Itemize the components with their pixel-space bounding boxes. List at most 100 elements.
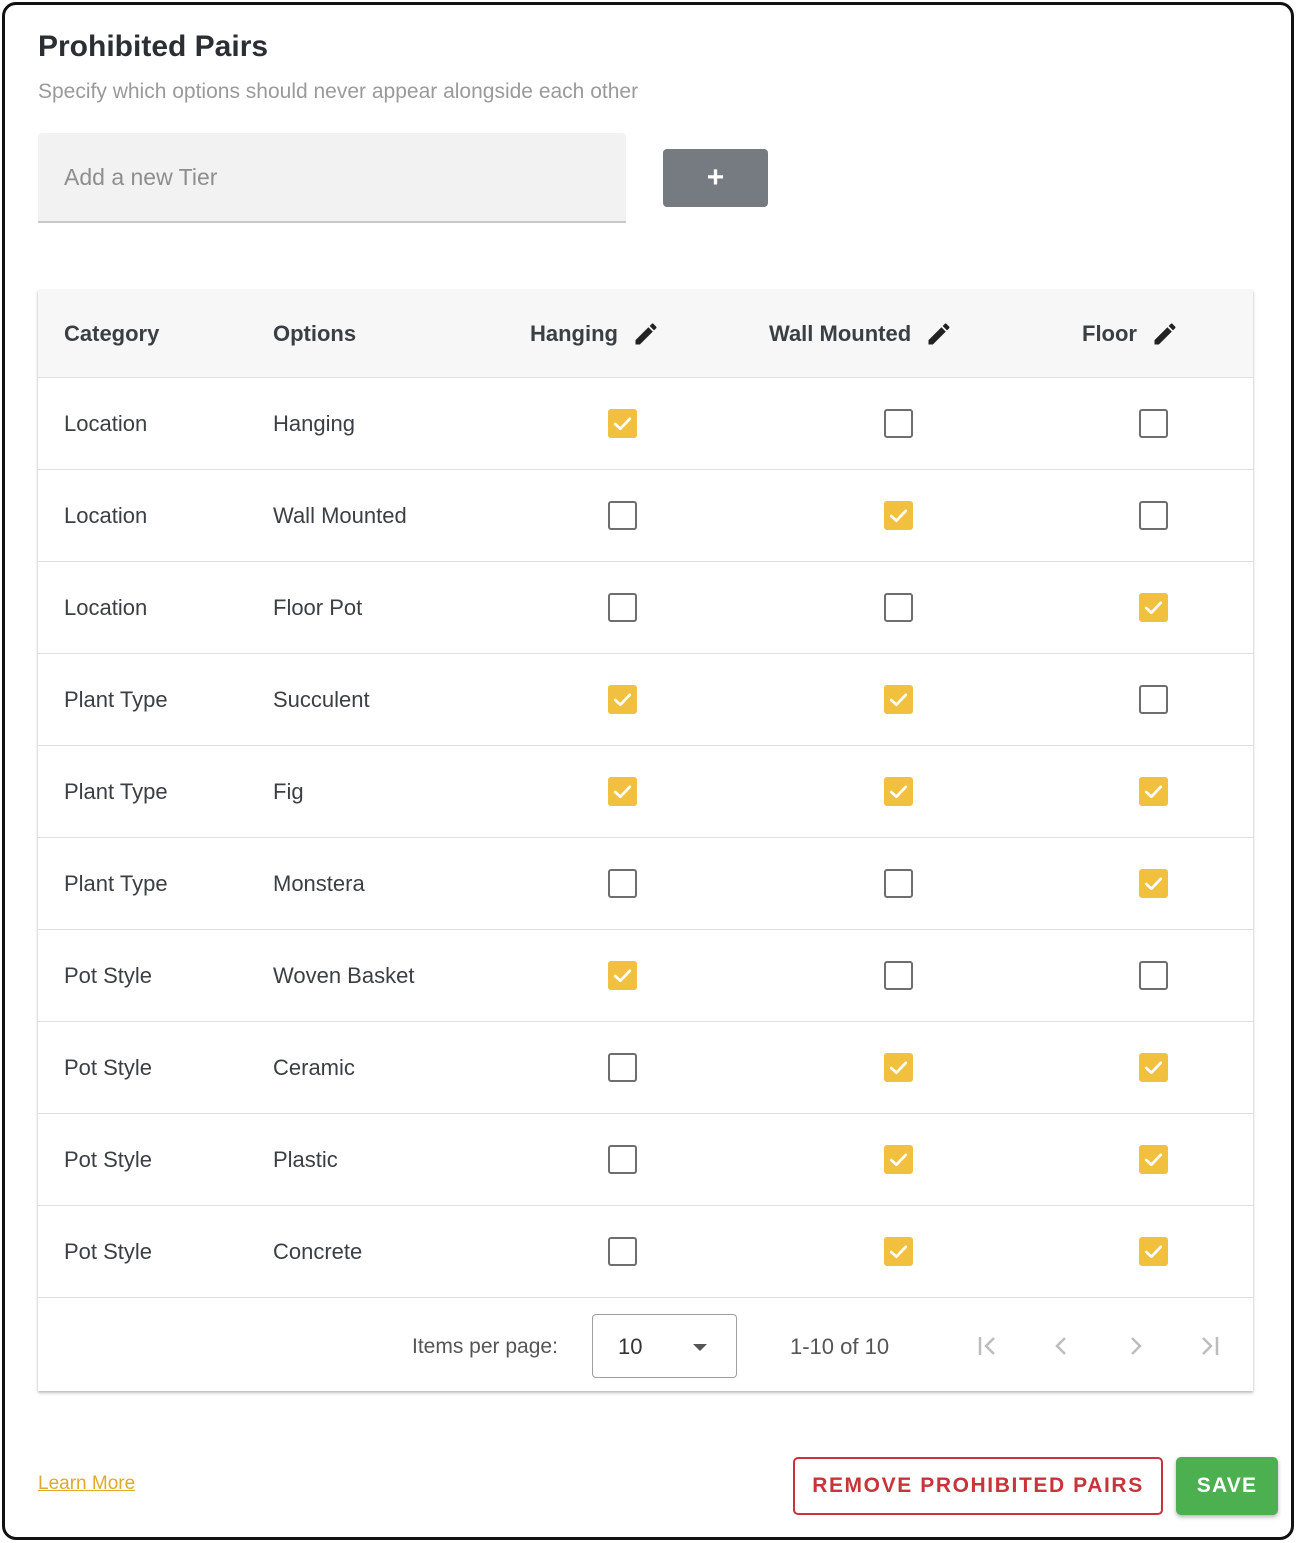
category-cell: Plant Type [64, 686, 168, 712]
paginator: Items per page: 10 1-10 of 10 [38, 1302, 1253, 1391]
checkmark-icon [889, 1060, 908, 1074]
floor-checkbox[interactable] [1139, 776, 1168, 806]
column-label-floor: Floor [1082, 321, 1137, 346]
column-header-floor: Floor [1082, 290, 1179, 378]
edit-floor-pencil-icon[interactable] [1151, 320, 1179, 348]
new-tier-input[interactable] [38, 133, 626, 221]
wall-mounted-checkbox[interactable] [884, 1052, 913, 1082]
column-label-category: Category [64, 321, 160, 346]
column-header-options: Options [273, 290, 356, 378]
option-cell: Concrete [273, 1238, 363, 1264]
option-cell: Woven Basket [273, 962, 415, 988]
column-header-hanging: Hanging [530, 290, 660, 378]
floor-checkbox[interactable] [1139, 592, 1168, 622]
option-cell: Fig [273, 778, 304, 804]
floor-checkbox[interactable] [1139, 500, 1168, 530]
option-cell: Plastic [273, 1146, 338, 1172]
checkmark-icon [1144, 1060, 1163, 1074]
floor-checkbox[interactable] [1139, 684, 1168, 714]
plus-icon: + [706, 161, 725, 194]
checkmark-icon [1144, 784, 1163, 798]
items-per-page-select[interactable]: 10 [592, 1314, 737, 1378]
remove-prohibited-pairs-button[interactable]: REMOVE PROHIBITED PAIRS [793, 1457, 1163, 1515]
hanging-checkbox[interactable] [608, 592, 637, 622]
checkmark-icon [889, 692, 908, 706]
wall-mounted-checkbox[interactable] [884, 1236, 913, 1266]
wall-mounted-checkbox[interactable] [884, 592, 913, 622]
hanging-checkbox[interactable] [608, 1052, 637, 1082]
new-tier-field[interactable] [38, 133, 626, 223]
checkmark-icon [613, 416, 632, 430]
edit-hanging-pencil-icon[interactable] [632, 320, 660, 348]
floor-checkbox[interactable] [1139, 1236, 1168, 1266]
table-row: Location Floor Pot [38, 562, 1253, 654]
wall-mounted-checkbox[interactable] [884, 960, 913, 990]
wall-mounted-checkbox[interactable] [884, 1144, 913, 1174]
hanging-checkbox[interactable] [608, 1236, 637, 1266]
hanging-checkbox[interactable] [608, 776, 637, 806]
checkmark-icon [1144, 1244, 1163, 1258]
category-cell: Pot Style [64, 1146, 153, 1172]
option-cell: Monstera [273, 870, 365, 896]
table-row: Pot Style Ceramic [38, 1022, 1253, 1114]
hanging-checkbox[interactable] [608, 408, 637, 438]
page-title: Prohibited Pairs [38, 30, 269, 63]
page-subtitle: Specify which options should never appea… [38, 80, 639, 103]
floor-checkbox[interactable] [1139, 1052, 1168, 1082]
hanging-checkbox[interactable] [608, 500, 637, 530]
category-cell: Pot Style [64, 1238, 153, 1264]
hanging-checkbox[interactable] [608, 868, 637, 898]
table-row: Pot Style Woven Basket [38, 930, 1253, 1022]
category-cell: Location [64, 502, 148, 528]
column-header-wall-mounted: Wall Mounted [769, 290, 953, 378]
wall-mounted-checkbox[interactable] [884, 408, 913, 438]
dropdown-caret-icon [693, 1344, 707, 1351]
category-cell: Pot Style [64, 1054, 153, 1080]
hanging-checkbox[interactable] [608, 1144, 637, 1174]
prohibited-pairs-table: Category Options Hanging Wall Mounted Fl… [38, 290, 1253, 1391]
table-row: Plant Type Fig [38, 746, 1253, 838]
option-cell: Floor Pot [273, 594, 363, 620]
table-row: Plant Type Succulent [38, 654, 1253, 746]
learn-more-link[interactable]: Learn More [38, 1473, 135, 1495]
category-cell: Plant Type [64, 870, 168, 896]
option-cell: Succulent [273, 686, 370, 712]
last-page-button[interactable] [1192, 1329, 1226, 1363]
checkmark-icon [889, 508, 908, 522]
wall-mounted-checkbox[interactable] [884, 868, 913, 898]
floor-checkbox[interactable] [1139, 868, 1168, 898]
floor-checkbox[interactable] [1139, 408, 1168, 438]
category-cell: Pot Style [64, 962, 153, 988]
table-row: Pot Style Concrete [38, 1206, 1253, 1298]
wall-mounted-checkbox[interactable] [884, 500, 913, 530]
hanging-checkbox[interactable] [608, 960, 637, 990]
table-row: Pot Style Plastic [38, 1114, 1253, 1206]
last-page-icon [1202, 1337, 1219, 1355]
page-range-label: 1-10 of 10 [790, 1333, 890, 1359]
category-cell: Location [64, 594, 148, 620]
category-cell: Location [64, 410, 148, 436]
add-tier-button[interactable]: + [663, 149, 768, 207]
checkmark-icon [613, 968, 632, 982]
first-page-button[interactable] [971, 1329, 1005, 1363]
wall-mounted-checkbox[interactable] [884, 776, 913, 806]
hanging-checkbox[interactable] [608, 684, 637, 714]
chevron-right-icon [1131, 1337, 1142, 1355]
wall-mounted-checkbox[interactable] [884, 684, 913, 714]
column-label-options: Options [273, 321, 357, 346]
floor-checkbox[interactable] [1139, 1144, 1168, 1174]
save-button[interactable]: SAVE [1176, 1457, 1278, 1515]
previous-page-button[interactable] [1045, 1329, 1079, 1363]
edit-wall-mounted-pencil-icon[interactable] [925, 320, 953, 348]
first-page-icon [978, 1337, 995, 1355]
floor-checkbox[interactable] [1139, 960, 1168, 990]
next-page-button[interactable] [1118, 1329, 1152, 1363]
table-header: Category Options Hanging Wall Mounted Fl… [38, 290, 1253, 378]
table-row: Location Wall Mounted [38, 470, 1253, 562]
items-per-page-label: Items per page: [412, 1334, 558, 1358]
checkmark-icon [889, 1152, 908, 1166]
checkmark-icon [889, 784, 908, 798]
checkmark-icon [889, 1244, 908, 1258]
chevron-left-icon [1055, 1337, 1066, 1355]
column-header-category: Category [64, 290, 159, 378]
